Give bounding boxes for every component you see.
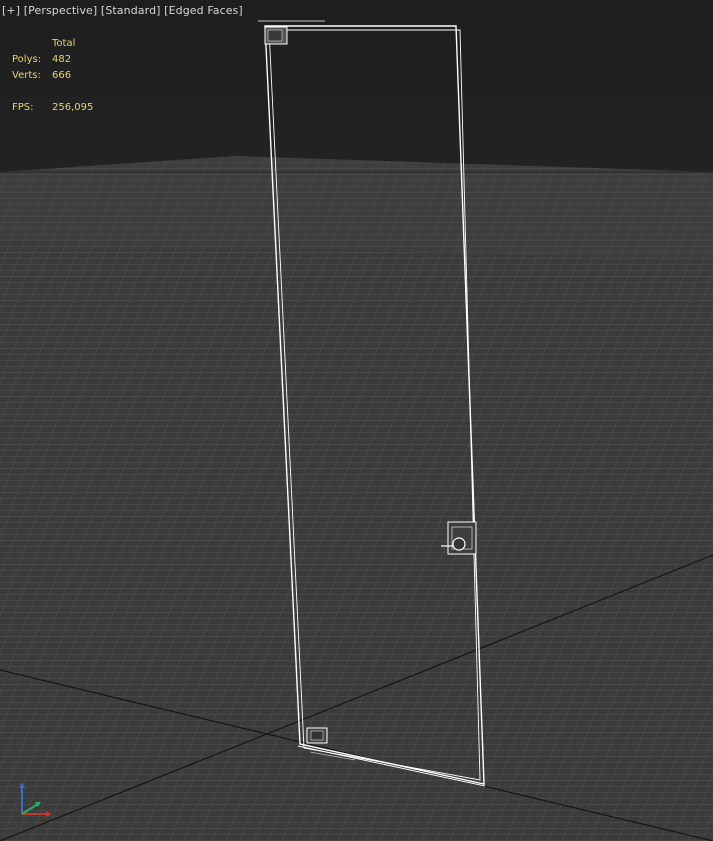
fps-label: FPS: — [12, 102, 34, 113]
stats-header: Total — [52, 38, 76, 49]
axis-gizmo-icon — [19, 782, 52, 817]
background — [0, 0, 713, 180]
viewport-edged-faces-menu[interactable]: [Edged Faces] — [164, 4, 243, 17]
viewport-plus-menu[interactable]: [+] — [2, 4, 20, 17]
polys-label: Polys: — [12, 54, 42, 65]
hinge-bottom-icon — [306, 727, 328, 744]
ground-grid — [0, 156, 713, 841]
hinge-top-icon — [264, 26, 288, 45]
viewport-shading-menu[interactable]: [Standard] — [101, 4, 161, 17]
viewport-scene[interactable] — [0, 0, 713, 841]
viewport-view-menu[interactable]: [Perspective] — [24, 4, 98, 17]
verts-label: Verts: — [12, 70, 41, 81]
perspective-viewport[interactable]: [+] [Perspective] [Standard] [Edged Face… — [0, 0, 713, 841]
viewport-label-bar: [+] [Perspective] [Standard] [Edged Face… — [2, 4, 243, 17]
verts-value: 666 — [52, 70, 72, 81]
fps-value: 256,095 — [52, 102, 94, 113]
polys-value: 482 — [52, 54, 72, 65]
